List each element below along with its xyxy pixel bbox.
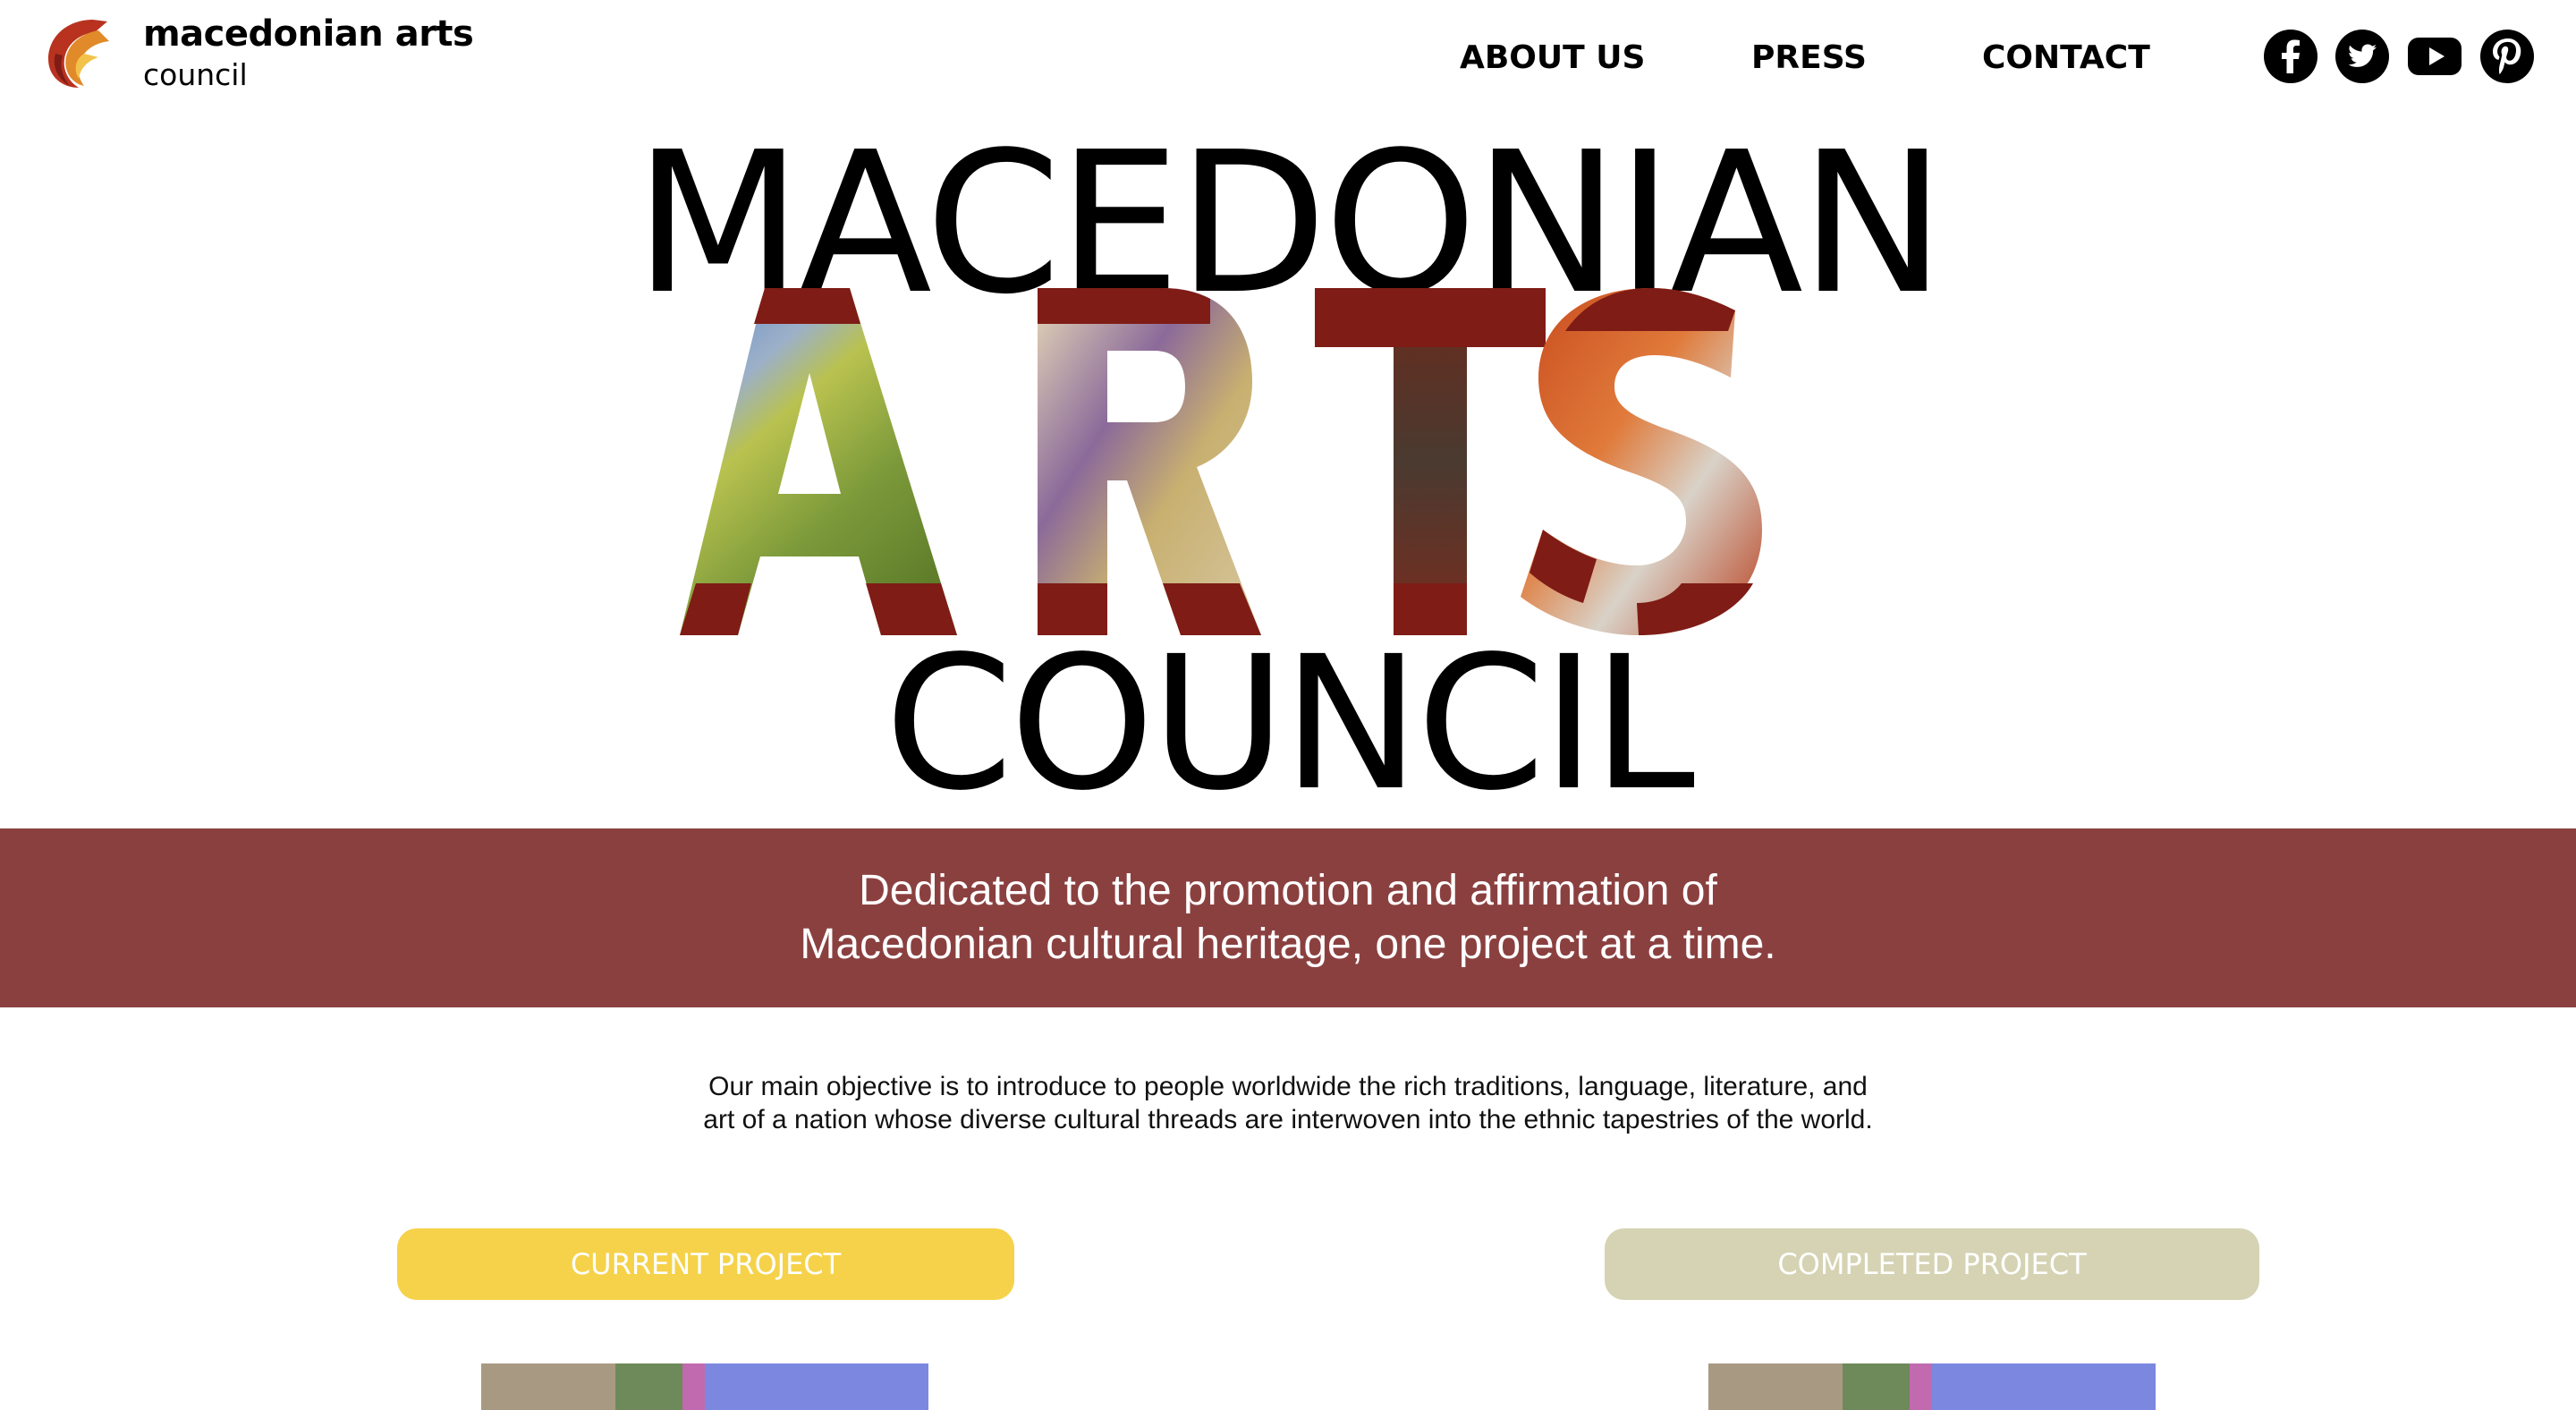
completed-project-image[interactable] [1708, 1363, 2156, 1410]
facebook-icon[interactable] [2263, 29, 2318, 84]
objective-text: Our main objective is to introduce to pe… [0, 1070, 2576, 1136]
brand-name[interactable]: macedonian arts [143, 14, 474, 54]
nav-contact[interactable]: CONTACT [1982, 30, 2150, 84]
current-project-button[interactable]: CURRENT PROJECT [397, 1228, 1014, 1300]
hero-title-arts [680, 288, 1843, 635]
objective-line-1: Our main objective is to introduce to pe… [708, 1072, 1868, 1101]
tagline-line-2: Macedonian cultural heritage, one projec… [800, 921, 1776, 968]
objective-line-2: art of a nation whose diverse cultural t… [703, 1105, 1873, 1134]
hero-title-council: COUNCIL [884, 616, 1695, 831]
pinterest-icon[interactable] [2479, 29, 2535, 84]
tagline-banner: Dedicated to the promotion and affirmati… [0, 828, 2576, 1007]
brand-subtitle[interactable]: council [143, 57, 248, 93]
nav-press[interactable]: PRESS [1751, 30, 1867, 84]
completed-project-button[interactable]: COMPLETED PROJECT [1605, 1228, 2259, 1300]
twitter-icon[interactable] [2334, 29, 2390, 84]
current-project-image[interactable] [481, 1363, 928, 1410]
nav-about-us[interactable]: ABOUT US [1460, 30, 1645, 84]
tagline-line-1: Dedicated to the promotion and affirmati… [859, 867, 1717, 914]
youtube-icon[interactable] [2406, 29, 2463, 84]
site-logo[interactable] [39, 14, 116, 91]
